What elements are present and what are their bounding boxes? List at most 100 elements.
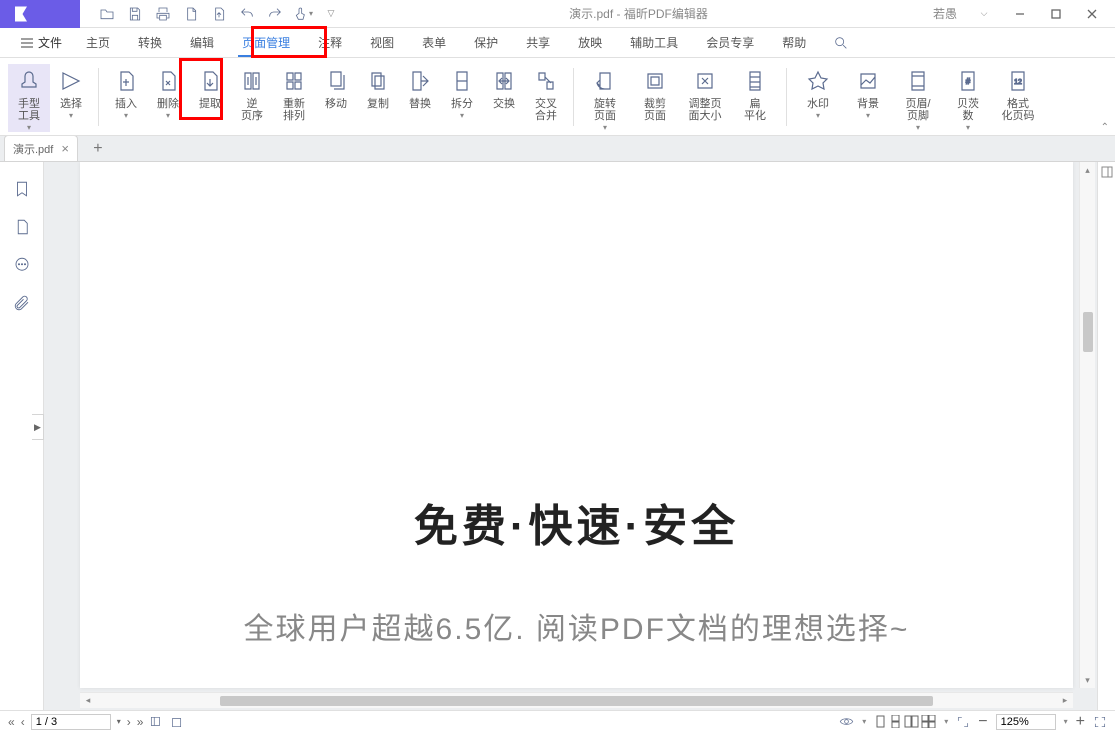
hscroll-thumb[interactable]	[220, 696, 933, 706]
ribbon-裁剪-页面[interactable]: 裁剪页面	[630, 64, 680, 122]
new-tab-button[interactable]: +	[86, 137, 110, 161]
open-icon[interactable]	[94, 2, 120, 26]
touch-mode-icon[interactable]: ▾	[290, 2, 316, 26]
ribbon-调整页-面大小[interactable]: 调整页面大小	[680, 64, 730, 122]
export-icon[interactable]	[206, 2, 232, 26]
menu-item-9[interactable]: 放映	[564, 28, 616, 57]
ribbon-删除[interactable]: 删除▾	[147, 64, 189, 120]
maximize-button[interactable]	[1041, 2, 1071, 26]
fit-page-icon[interactable]	[956, 715, 970, 729]
next-view-icon[interactable]	[169, 715, 183, 729]
close-button[interactable]	[1077, 2, 1107, 26]
ribbon-重新-排列[interactable]: 重新排列	[273, 64, 315, 122]
continuous-icon[interactable]	[889, 715, 902, 728]
attachments-icon[interactable]	[13, 294, 31, 312]
search-button[interactable]	[826, 28, 856, 57]
menu-item-7[interactable]: 保护	[460, 28, 512, 57]
ribbon-label: 删除	[157, 98, 179, 110]
read-mode-icon[interactable]	[839, 714, 854, 729]
ribbon-插入[interactable]: 插入▾	[105, 64, 147, 120]
scroll-right-icon[interactable]: ▸	[1057, 693, 1073, 708]
svg-text:12: 12	[1014, 79, 1022, 86]
ribbon-背景[interactable]: 背景▾	[843, 64, 893, 120]
prev-view-icon[interactable]	[149, 715, 163, 729]
tab-close-icon[interactable]: ×	[61, 141, 69, 156]
ribbon-手型-工具[interactable]: 手型工具▾	[8, 64, 50, 132]
page-canvas[interactable]: 免费·快速·安全 全球用户超越6.5亿. 阅读PDF文档的理想选择~	[80, 162, 1073, 688]
scroll-left-icon[interactable]: ◂	[80, 693, 96, 708]
continuous-facing-icon[interactable]	[921, 715, 936, 728]
print-icon[interactable]	[150, 2, 176, 26]
menu-item-3[interactable]: 页面管理	[228, 28, 304, 57]
ribbon-label: 格式化页码	[1002, 98, 1035, 122]
ribbon-贝茨-数[interactable]: #贝茨数▾	[943, 64, 993, 132]
ribbon-格式-化页码[interactable]: 12 格式化页码	[993, 64, 1043, 122]
collapse-ribbon-icon[interactable]: ⌃	[1101, 122, 1109, 133]
vscroll-thumb[interactable]	[1083, 312, 1093, 352]
new-doc-icon[interactable]	[178, 2, 204, 26]
right-panel-toggle-icon[interactable]	[1101, 166, 1113, 710]
dropdown-icon: ▾	[966, 123, 970, 132]
ribbon-交换[interactable]: 交换	[483, 64, 525, 110]
minimize-button[interactable]	[1005, 2, 1035, 26]
fullscreen-icon[interactable]	[1093, 715, 1107, 729]
document-tab[interactable]: 演示.pdf ×	[4, 135, 78, 161]
ribbon-替换[interactable]: 替换	[399, 64, 441, 110]
single-page-icon[interactable]	[874, 715, 887, 728]
menu-item-10[interactable]: 辅助工具	[616, 28, 692, 57]
ribbon-label: 水印	[807, 98, 829, 110]
ribbon-复制[interactable]: 复制	[357, 64, 399, 110]
navigation-panel: ▶	[0, 162, 44, 710]
ribbon-逆-页序[interactable]: 逆页序	[231, 64, 273, 122]
horizontal-scrollbar[interactable]: ◂ ▸	[80, 692, 1073, 708]
undo-icon[interactable]	[234, 2, 260, 26]
menu-item-6[interactable]: 表单	[408, 28, 460, 57]
menu-item-4[interactable]: 注释	[304, 28, 356, 57]
menu-item-1[interactable]: 转换	[124, 28, 176, 57]
next-page-button[interactable]: ›	[127, 715, 131, 729]
save-icon[interactable]	[122, 2, 148, 26]
file-menu-button[interactable]: 文件	[10, 28, 72, 57]
menu-item-5[interactable]: 视图	[356, 28, 408, 57]
menu-item-8[interactable]: 共享	[512, 28, 564, 57]
page-number-input[interactable]	[31, 714, 111, 730]
first-page-button[interactable]: «	[8, 715, 15, 729]
ribbon-提取[interactable]: 提取	[189, 64, 231, 110]
menu-item-2[interactable]: 编辑	[176, 28, 228, 57]
ribbon-icon	[282, 66, 306, 96]
page-dropdown-icon[interactable]: ▾	[117, 717, 121, 726]
ribbon-separator	[98, 68, 99, 126]
qat-dropdown-icon[interactable]: ▽	[318, 2, 344, 26]
menu-item-11[interactable]: 会员专享	[692, 28, 768, 57]
comments-icon[interactable]	[13, 256, 31, 274]
menu-item-12[interactable]: 帮助	[768, 28, 820, 57]
ribbon-icon	[693, 66, 717, 96]
ribbon-label: 选择	[60, 98, 82, 110]
ribbon-水印[interactable]: 水印▾	[793, 64, 843, 120]
ribbon-移动[interactable]: 移动	[315, 64, 357, 110]
ribbon-选择[interactable]: 选择▾	[50, 64, 92, 120]
vertical-scrollbar[interactable]: ▴ ▾	[1079, 162, 1095, 688]
scroll-down-icon[interactable]: ▾	[1080, 672, 1095, 688]
ribbon-交叉-合并[interactable]: 交叉合并	[525, 64, 567, 122]
facing-icon[interactable]	[904, 715, 919, 728]
ribbon-扁-平化[interactable]: 扁平化	[730, 64, 780, 122]
zoom-out-button[interactable]: −	[978, 713, 987, 731]
ribbon-icon	[492, 66, 516, 96]
prev-page-button[interactable]: ‹	[21, 715, 25, 729]
pages-icon[interactable]	[13, 218, 31, 236]
user-name[interactable]: 若愚	[933, 5, 963, 22]
menu-item-0[interactable]: 主页	[72, 28, 124, 57]
zoom-level-input[interactable]	[996, 714, 1056, 730]
scroll-up-icon[interactable]: ▴	[1080, 162, 1095, 178]
zoom-in-button[interactable]: +	[1076, 713, 1085, 731]
last-page-button[interactable]: »	[137, 715, 144, 729]
expand-panel-icon[interactable]: ▶	[32, 414, 44, 440]
redo-icon[interactable]	[262, 2, 288, 26]
user-dropdown-icon[interactable]: ⌵	[969, 2, 999, 26]
ribbon-旋转-页面[interactable]: 旋转页面▾	[580, 64, 630, 132]
ribbon-页眉/-页脚[interactable]: 页眉/页脚▾	[893, 64, 943, 132]
bookmarks-icon[interactable]	[13, 180, 31, 198]
ribbon-拆分[interactable]: 拆分▾	[441, 64, 483, 120]
dropdown-icon: ▾	[816, 111, 820, 120]
